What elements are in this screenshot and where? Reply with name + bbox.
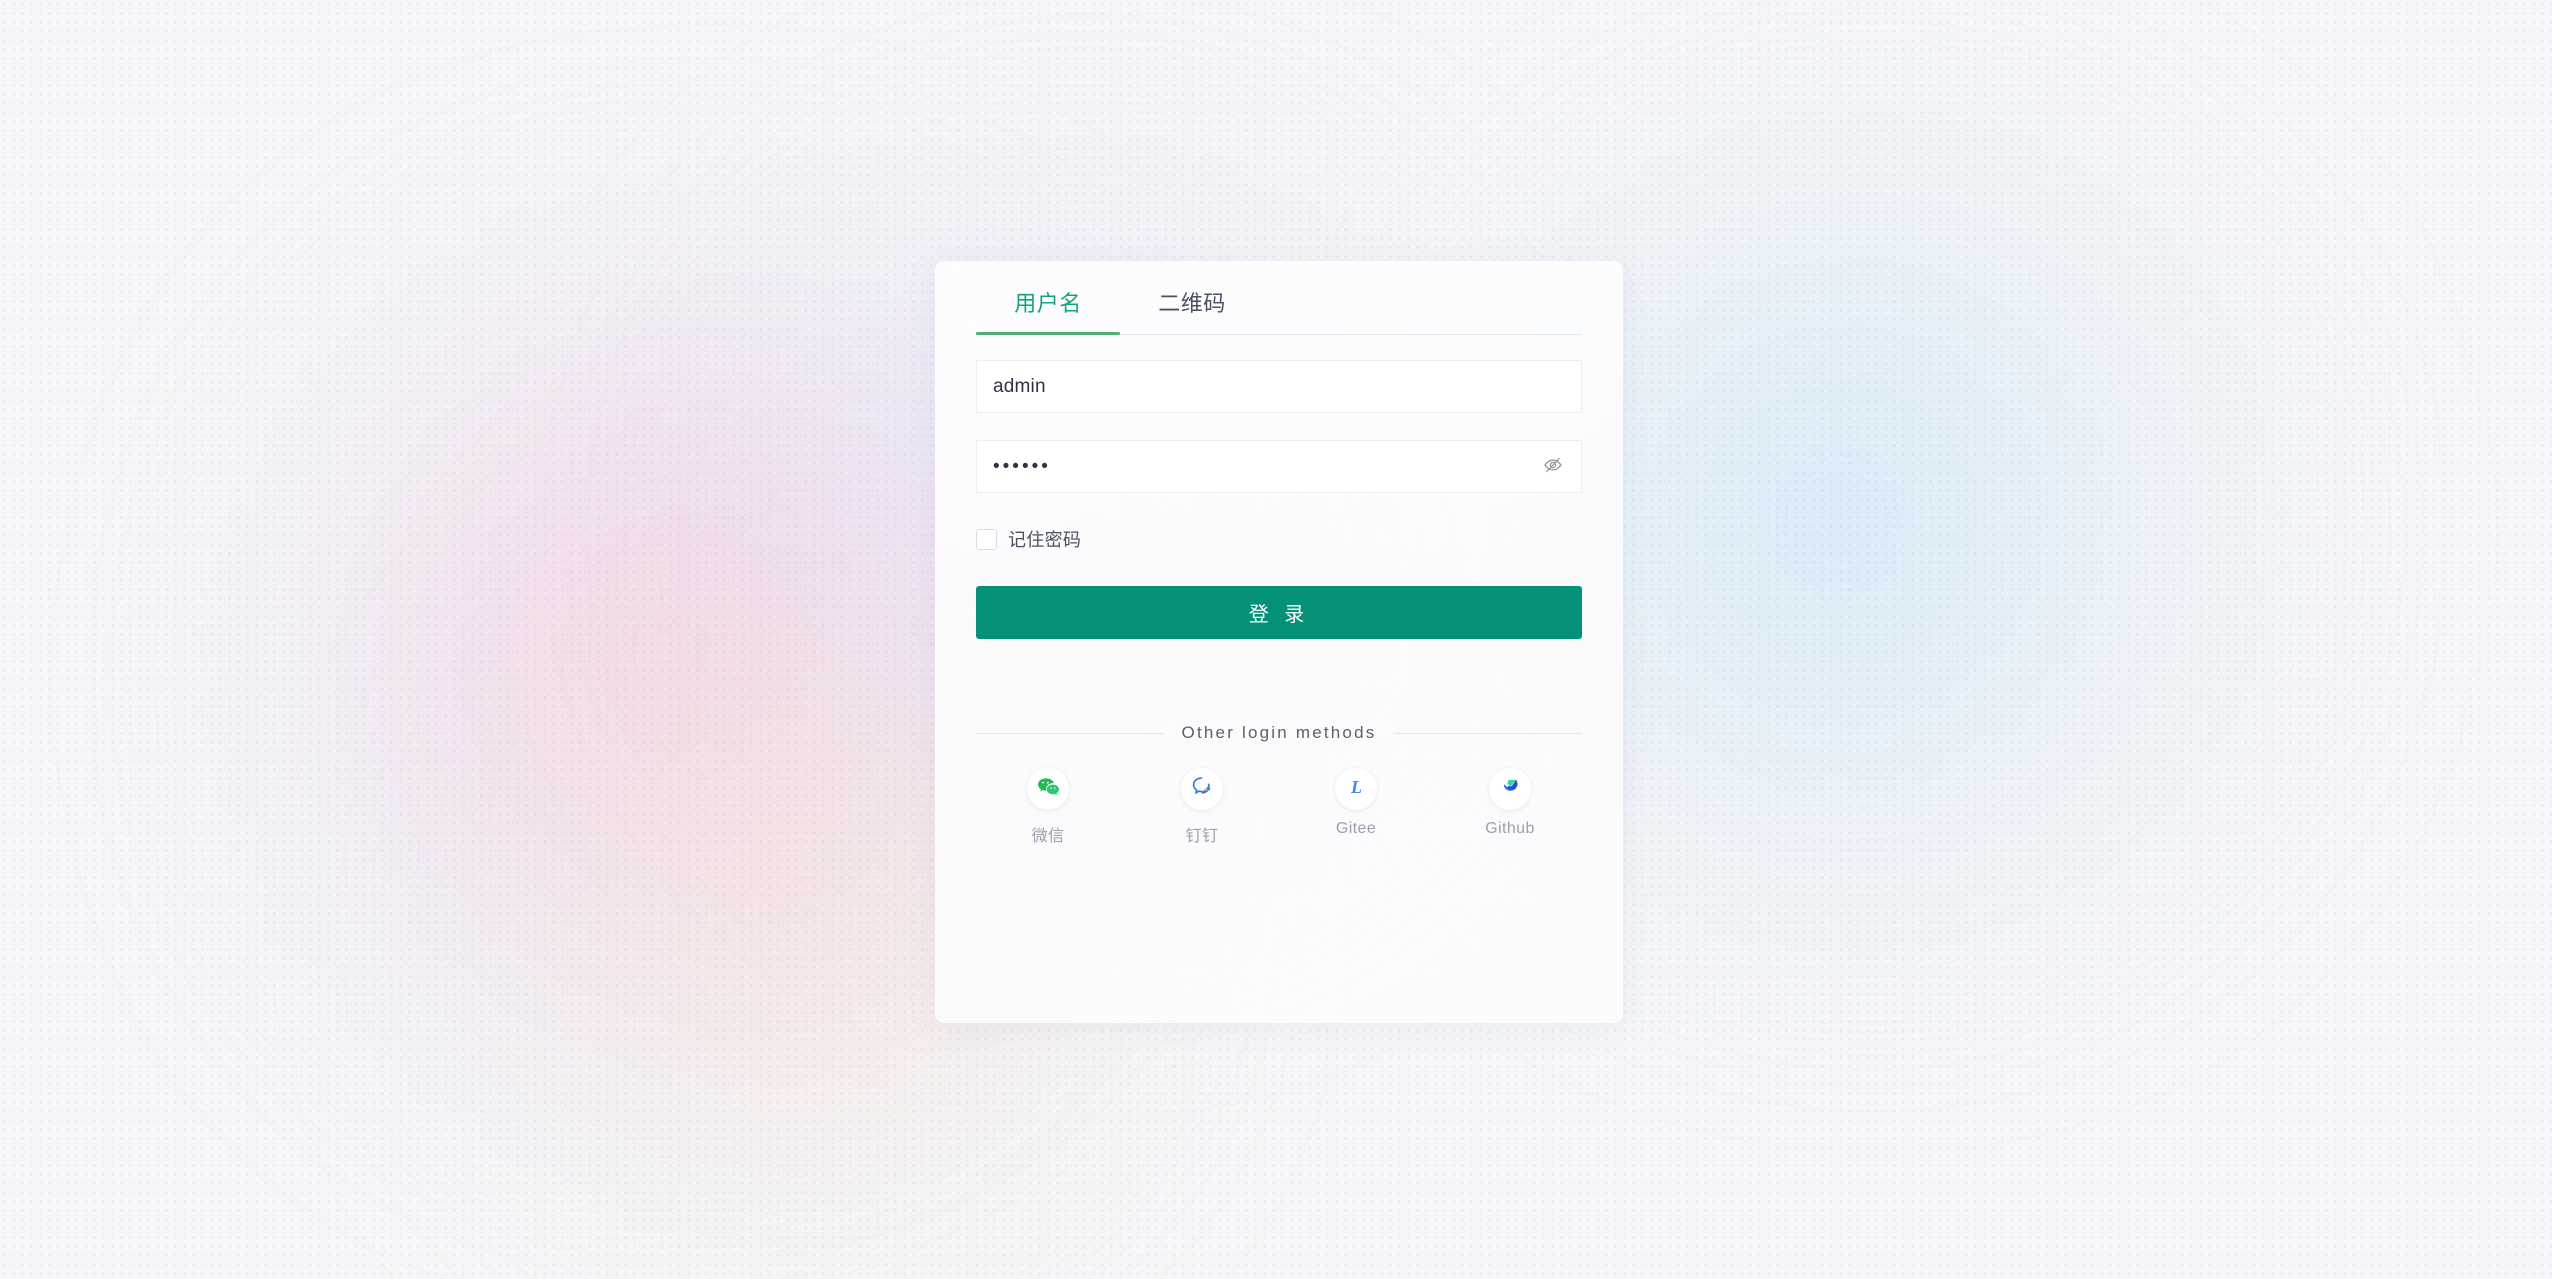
background-blob-blue (1540, 200, 2260, 900)
toggle-password-visibility-button[interactable] (1539, 453, 1567, 481)
wechat-icon-circle (1027, 768, 1069, 810)
gitee-icon-circle: L (1335, 768, 1377, 810)
social-login-gitee-label: Gitee (1335, 820, 1377, 837)
wechat-icon (1036, 774, 1061, 804)
tab-username-label: 用户名 (1014, 291, 1082, 316)
social-login-github[interactable]: Github (1470, 768, 1550, 846)
tab-qrcode-label: 二维码 (1158, 291, 1226, 316)
login-card: 用户名 二维码 •••••• 记住密码 登 录 Other login (935, 261, 1623, 1023)
remember-password-row: 记住密码 (976, 526, 1582, 552)
social-login-gitee[interactable]: L Gitee (1316, 768, 1396, 846)
tab-username[interactable]: 用户名 (976, 291, 1120, 335)
github-icon-circle (1489, 768, 1531, 810)
social-login-wechat-label: 微信 (1031, 828, 1065, 845)
social-login-list: 微信 钉钉 L Gitee Github (976, 768, 1582, 846)
other-login-divider-label: Other login methods (1163, 723, 1395, 743)
gitee-icon: L (1344, 774, 1369, 804)
social-login-dingtalk[interactable]: 钉钉 (1162, 768, 1242, 846)
social-login-github-label: Github (1485, 820, 1535, 837)
social-login-dingtalk-label: 钉钉 (1185, 828, 1219, 845)
login-button[interactable]: 登 录 (976, 586, 1582, 639)
password-input[interactable]: •••••• (993, 456, 1051, 478)
username-input[interactable] (993, 361, 1565, 412)
social-login-wechat[interactable]: 微信 (1008, 768, 1088, 846)
eye-off-icon (1543, 455, 1563, 478)
tab-qrcode[interactable]: 二维码 (1120, 291, 1264, 334)
remember-password-checkbox[interactable] (976, 528, 997, 550)
svg-text:L: L (1350, 777, 1362, 797)
github-icon (1498, 774, 1523, 804)
remember-password-label[interactable]: 记住密码 (1008, 526, 1081, 552)
other-login-divider: Other login methods (976, 722, 1582, 744)
username-field-wrapper (976, 360, 1582, 413)
password-field-wrapper: •••••• (976, 440, 1582, 493)
login-mode-tabs: 用户名 二维码 (976, 261, 1582, 335)
dingtalk-icon-circle (1181, 768, 1223, 810)
dingtalk-icon (1190, 774, 1215, 804)
